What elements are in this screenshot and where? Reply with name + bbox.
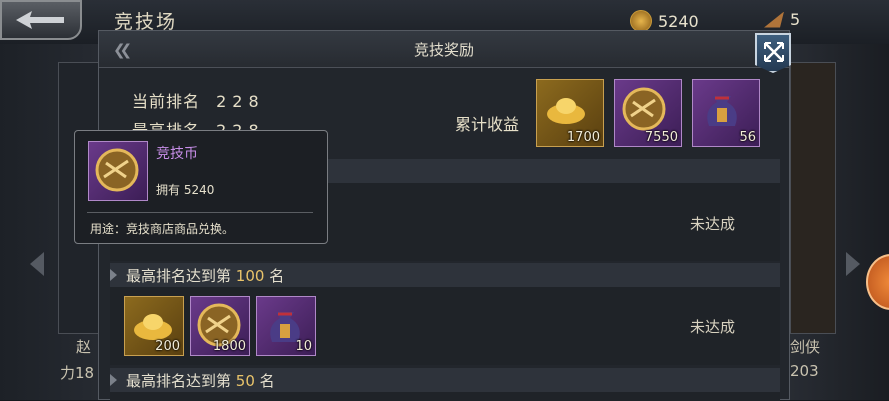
gold-ingot-icon <box>547 98 585 124</box>
reward-gold-ingot-item[interactable]: 200 <box>124 296 184 356</box>
tooltip-owned-count: 拥有 5240 <box>156 183 215 197</box>
dialog-header: ❮❮ 竞技奖励 <box>99 31 789 68</box>
triangle-bullet-icon <box>110 269 117 281</box>
divider <box>87 212 313 213</box>
item-quantity: 7550 <box>644 130 678 145</box>
tooltip-usage: 用途：竞技商店商品兑换。 <box>90 222 235 236</box>
coin-icon <box>630 10 652 32</box>
total-treasure-bag-item[interactable]: 56 <box>692 79 760 147</box>
section-title: 最高排名达到第 50 名 <box>126 372 275 390</box>
arena-coin-icon <box>95 148 139 192</box>
item-quantity: 200 <box>155 339 180 354</box>
scroll-left-arrow-icon[interactable] <box>30 252 44 276</box>
scroll-right-arrow-icon[interactable] <box>846 252 860 276</box>
horn-icon <box>764 11 784 28</box>
total-arena-coin-item[interactable]: 7550 <box>614 79 682 147</box>
item-quantity: 56 <box>739 130 756 145</box>
horn-counter: 5 <box>764 10 800 29</box>
item-quantity: 10 <box>295 339 312 354</box>
tooltip-item-name: 竞技币 <box>156 146 198 162</box>
right-opponent-card[interactable] <box>790 62 836 334</box>
section-header-rank-50: 最高排名达到第 50 名 <box>110 368 780 392</box>
right-opponent-power: 203 <box>790 362 819 380</box>
close-button[interactable] <box>755 33 791 73</box>
back-arrow-icon <box>16 11 64 29</box>
item-tooltip: 竞技币 拥有 5240 用途：竞技商店商品兑换。 <box>74 130 328 244</box>
reward-arena-coin-item[interactable]: 1800 <box>190 296 250 356</box>
back-button[interactable] <box>0 0 82 40</box>
section-title: 最高排名达到第 100 名 <box>126 267 285 285</box>
reward-status: 未达成 <box>690 215 736 233</box>
left-opponent-power: 力18 <box>60 364 95 382</box>
horn-count: 5 <box>790 10 801 29</box>
reward-treasure-bag-item[interactable]: 10 <box>256 296 316 356</box>
close-icon <box>764 42 784 62</box>
reward-status: 未达成 <box>690 318 736 336</box>
arena-coin-icon <box>622 87 666 131</box>
current-rank-label: 当前排名 <box>132 92 201 111</box>
right-opponent-name: 剑侠 <box>790 338 821 356</box>
item-quantity: 1700 <box>566 130 600 145</box>
coin-count: 5240 <box>658 11 699 31</box>
treasure-bag-icon <box>707 96 737 126</box>
left-opponent-name: 赵 <box>76 338 92 356</box>
current-rank-value: 228 <box>216 92 265 111</box>
section-header-rank-100: 最高排名达到第 100 名 <box>110 263 780 287</box>
item-quantity: 1800 <box>212 339 246 354</box>
tooltip-item-icon <box>88 141 148 201</box>
coin-counter: 5240 <box>630 10 699 32</box>
dialog-title: 竞技奖励 <box>413 41 474 59</box>
total-earnings-label: 累计收益 <box>455 115 520 134</box>
triangle-bullet-icon <box>110 374 117 386</box>
total-gold-ingot-item[interactable]: 1700 <box>536 79 604 147</box>
current-rank: 当前排名 228 <box>132 88 265 112</box>
